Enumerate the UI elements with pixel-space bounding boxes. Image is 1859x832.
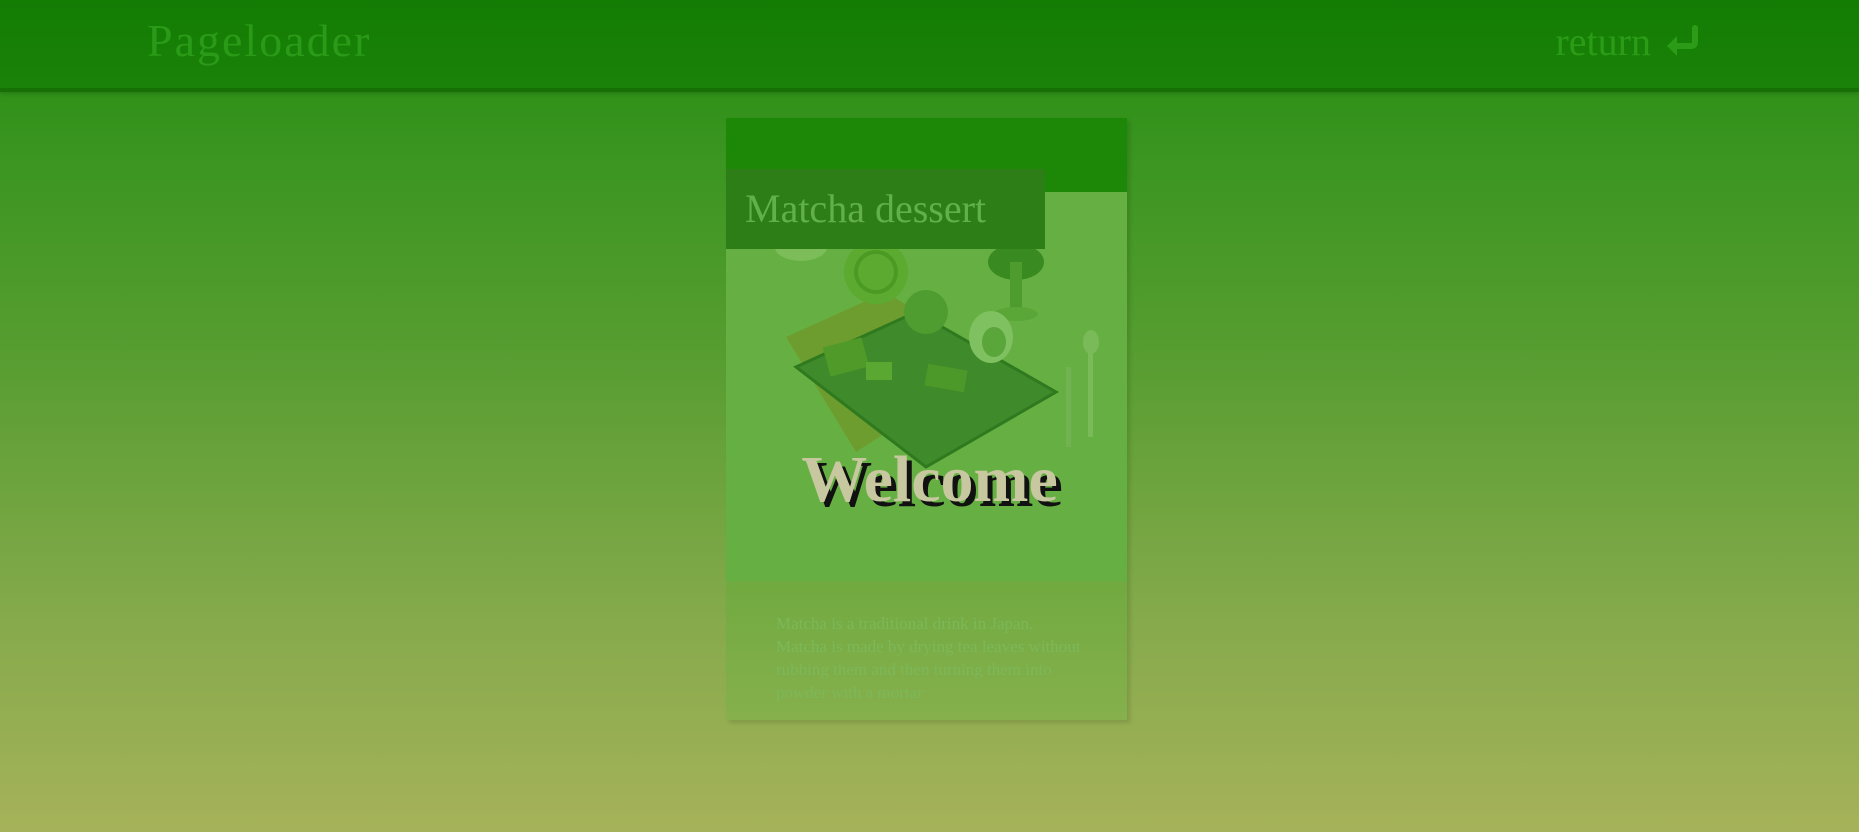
return-arrow-icon: [1667, 24, 1698, 56]
matcha-dessert-image: [726, 192, 1127, 581]
card-title-box: Matcha dessert: [726, 169, 1045, 249]
card-title: Matcha dessert: [745, 186, 987, 231]
dessert-card[interactable]: Matcha dessert Matcha is a traditional d…: [726, 118, 1127, 720]
welcome-heading: Welcome: [801, 443, 1058, 516]
dessert-illustration: [726, 192, 1127, 581]
top-navbar: Pageloader return: [0, 0, 1859, 92]
card-description: Matcha is a traditional drink in Japan. …: [776, 614, 1081, 702]
return-label: return: [1555, 19, 1651, 64]
return-link[interactable]: return: [1555, 18, 1703, 65]
brand-logo[interactable]: Pageloader: [147, 14, 371, 67]
